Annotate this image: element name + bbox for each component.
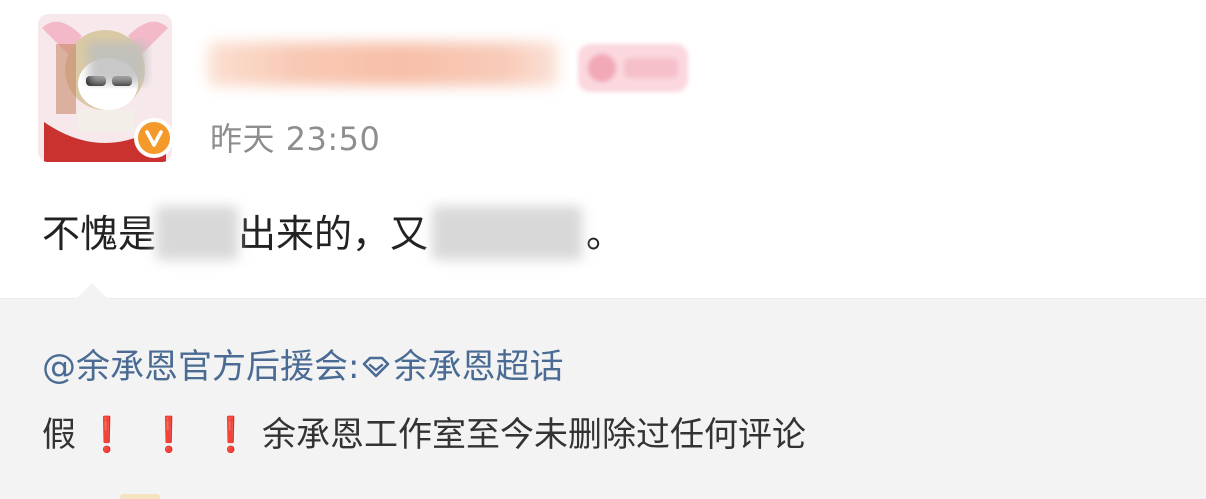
repost-author-link[interactable]: @余承恩官方后援会: <box>42 347 359 387</box>
redacted-text-block <box>432 206 583 260</box>
post-text: 不愧是 出来的，又 。 <box>42 206 624 262</box>
post-text-part3: 。 <box>586 212 625 256</box>
weibo-post-screenshot: 昨天 23:50 不愧是 出来的，又。 @余承恩官方后援会: 余承恩超话 假 ❗ ❗ ❗… <box>0 0 1206 499</box>
username-redacted[interactable] <box>208 42 558 86</box>
verified-icon <box>134 118 174 158</box>
supertopic-icon <box>363 356 390 377</box>
repost-card[interactable]: @余承恩官方后援会: 余承恩超话 假 ❗ ❗ ❗ 余承恩工作室至今未删除过任何评论 <box>0 283 1206 499</box>
username-badge-sticker <box>578 44 688 92</box>
repost-pointer <box>76 283 108 299</box>
supertopic-link[interactable]: 余承恩超话 <box>393 347 563 387</box>
post-text-part1: 不愧是 <box>42 212 157 256</box>
cropped-content-hint <box>120 494 160 499</box>
repost-body-text: 余承恩工作室至今未删除过任何评论 <box>262 415 806 455</box>
repost-body-prefix: 假 <box>42 415 76 455</box>
redacted-text-block <box>156 206 239 260</box>
post-timestamp[interactable]: 昨天 23:50 <box>210 114 380 160</box>
exclamation-icon: ❗ <box>147 415 191 455</box>
post-text-part2: 出来的，又 <box>238 212 429 256</box>
user-avatar[interactable] <box>38 14 174 162</box>
repost-body: 假 ❗ ❗ ❗ 余承恩工作室至今未删除过任何评论 <box>42 411 806 459</box>
exclamation-icon: ❗ <box>85 415 129 455</box>
repost-source-line: @余承恩官方后援会: 余承恩超话 <box>42 345 563 389</box>
exclamation-icon: ❗ <box>209 415 253 455</box>
